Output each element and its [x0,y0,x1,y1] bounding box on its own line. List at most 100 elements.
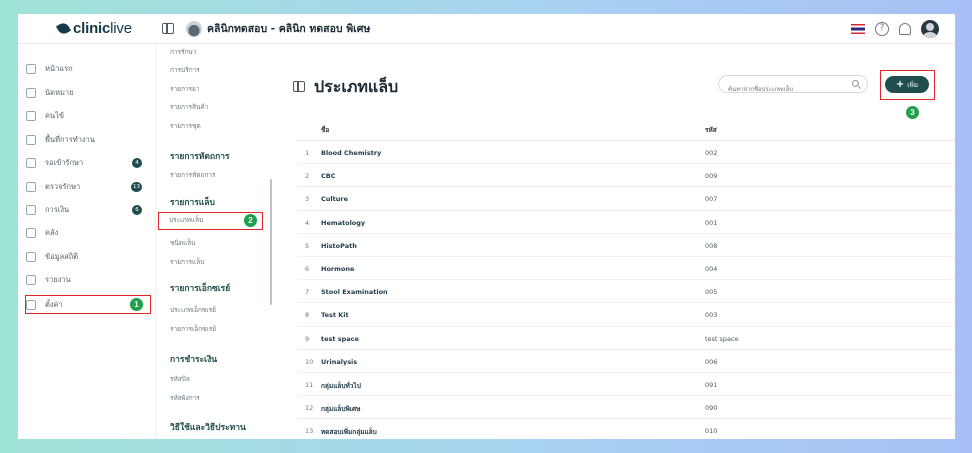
column-header-name[interactable]: ชื่อ [321,125,329,135]
nav-item-0[interactable]: หน้าแรก [26,60,150,78]
table-row[interactable]: 11 กลุ่มแล็บทั่วไป 091 [297,373,955,397]
subnav-item[interactable]: รายการเอ็กซเรย์ [170,324,216,334]
subnav-item[interactable]: รหัสบิล [170,374,190,384]
bell-icon[interactable] [899,23,911,35]
nav-item-icon [26,228,36,238]
sidebar-toggle-icon[interactable] [162,23,174,34]
table-row[interactable]: 8 Test Kit 003 [297,303,955,327]
nav-item-6[interactable]: การเงิน 6 [26,201,150,219]
add-button-label: เพิ่ม [907,80,919,89]
row-index: 7 [305,288,310,297]
row-code: 091 [705,380,718,389]
table-body: 1 Blood Chemistry 002 2 CBC 009 3 Culture 007 4 He… [297,141,955,439]
row-name[interactable]: CBC [321,172,336,180]
nav-item-count-badge: 6 [132,205,142,215]
nav-item-7[interactable]: คลัง [26,224,150,242]
row-index: 9 [305,334,310,343]
nav-item-icon [26,252,36,262]
table-row[interactable]: 10 Urinalysis 006 [297,350,955,373]
table-row[interactable]: 2 CBC 009 [297,164,955,188]
thai-flag-icon[interactable] [851,24,865,34]
add-button[interactable]: + เพิ่ม [885,76,929,93]
search-icon[interactable] [852,80,859,87]
subnav-item[interactable]: รหัสผังการ [170,393,200,403]
plus-icon: + [895,78,905,90]
row-name[interactable]: Blood Chemistry [321,149,381,157]
row-code: 001 [705,218,718,227]
subnav-scrollbar[interactable] [270,179,272,305]
subnav-item[interactable]: รายการสินค้า [170,102,208,112]
row-code: 007 [705,195,718,204]
subnav-item[interactable]: การรักษา [170,47,196,57]
row-name[interactable]: Stool Examination [321,288,388,296]
row-code: 090 [705,404,718,413]
subnav-group-title: รายการเอ็กซเรย์ [170,284,231,294]
subnav-item[interactable]: การบริการ [170,65,200,75]
help-icon[interactable]: ? [875,22,889,36]
row-index: 5 [305,241,310,250]
subnav-item[interactable]: ชนิดแล็บ [170,238,195,248]
nav-item-count-badge: 4 [132,158,142,168]
table-row[interactable]: 13 ทดสอบเพิ่มกลุ่มแล็บ 010 [297,419,955,439]
row-name[interactable]: กลุ่มแล็บทั่วไป [321,381,361,391]
row-code: 006 [705,357,718,366]
main-sidebar: หน้าแรกนัดหมายคนไข้พื้นที่การทำงานรอเข้า… [18,44,156,439]
subnav-item[interactable]: ประเภทเอ็กซเรย์ [170,305,216,315]
row-code: 008 [705,241,718,250]
row-name[interactable]: HistoPath [321,242,357,250]
brand-logo[interactable]: cliniclive [18,20,156,37]
table-header: ชื่อ รหัส [297,117,955,141]
row-name[interactable]: Culture [321,195,348,203]
table-row[interactable]: 5 HistoPath 008 [297,234,955,257]
nav-item-label: พื้นที่การทำงาน [45,135,95,144]
nav-item-8[interactable]: ข้อมูลสถิติ [26,248,150,266]
nav-item-10[interactable]: ตั้งค่า 1 [25,295,151,314]
page-title: ประเภทแล็บ [314,77,399,96]
column-header-code[interactable]: รหัส [705,125,717,135]
row-code: 005 [705,288,718,297]
subnav-item[interactable]: รายการหัตถการ [170,170,216,180]
row-name[interactable]: Hematology [321,219,365,227]
nav-item-3[interactable]: พื้นที่การทำงาน [26,131,150,149]
subnav-item[interactable]: รายการชุด [170,121,201,131]
nav-item-2[interactable]: คนไข้ [26,107,150,125]
table-row[interactable]: 7 Stool Examination 005 [297,280,955,304]
lab-type-table: ชื่อ รหัส 1 Blood Chemistry 002 2 CBC 009 3 Cul… [297,117,955,439]
subnav-group-title: การชำระเงิน [170,355,218,365]
table-row[interactable]: 4 Hematology 001 [297,211,955,234]
nav-item-5[interactable]: ตรวจรักษา 13 [26,178,150,196]
brand-name-bold: clinic [73,20,111,37]
row-name[interactable]: กลุ่มแล็บพิเศษ [321,404,360,414]
subnav-item[interactable]: รายการแล็บ [170,257,204,267]
row-code: 010 [705,427,718,436]
subnav-item[interactable]: รายการยา [170,84,200,94]
table-row[interactable]: 3 Culture 007 [297,187,955,211]
row-name[interactable]: ทดสอบเพิ่มกลุ่มแล็บ [321,427,377,437]
nav-item-1[interactable]: นัดหมาย [26,84,150,102]
nav-item-4[interactable]: รอเข้ารักษา 4 [26,154,150,172]
row-name[interactable]: Urinalysis [321,358,357,366]
table-row[interactable]: 1 Blood Chemistry 002 [297,141,955,165]
nav-item-label: ตั้งค่า [45,299,63,309]
nav-item-9[interactable]: รายงาน [26,271,150,289]
row-index: 10 [305,357,314,366]
row-name[interactable]: Test Kit [321,311,349,319]
row-index: 13 [305,427,314,436]
search-input[interactable] [728,81,856,98]
row-name[interactable]: test space [321,335,359,343]
user-avatar[interactable] [921,20,939,38]
table-row[interactable]: 12 กลุ่มแล็บพิเศษ 090 [297,396,955,420]
main-content: ประเภทแล็บ + เพิ่ม 3 ชื่อ รหัส 1 Blood Ch… [273,44,955,439]
clinic-name[interactable]: คลินิกทดสอบ - คลินิก ทดสอบ พิเศษ [207,20,370,37]
clinic-avatar [186,20,202,37]
nav-item-icon [26,88,36,98]
top-right-actions: ? [851,20,939,38]
row-index: 3 [305,195,310,204]
nav-item-icon [26,275,36,285]
subnav-item-label: ชนิดแล็บ [170,239,196,247]
table-row[interactable]: 9 test space test space [297,327,955,350]
nav-item-label: การเงิน [45,205,70,214]
row-name[interactable]: Hormone [321,265,354,273]
table-row[interactable]: 6 Hormone 004 [297,257,955,281]
nav-item-icon [26,158,36,168]
